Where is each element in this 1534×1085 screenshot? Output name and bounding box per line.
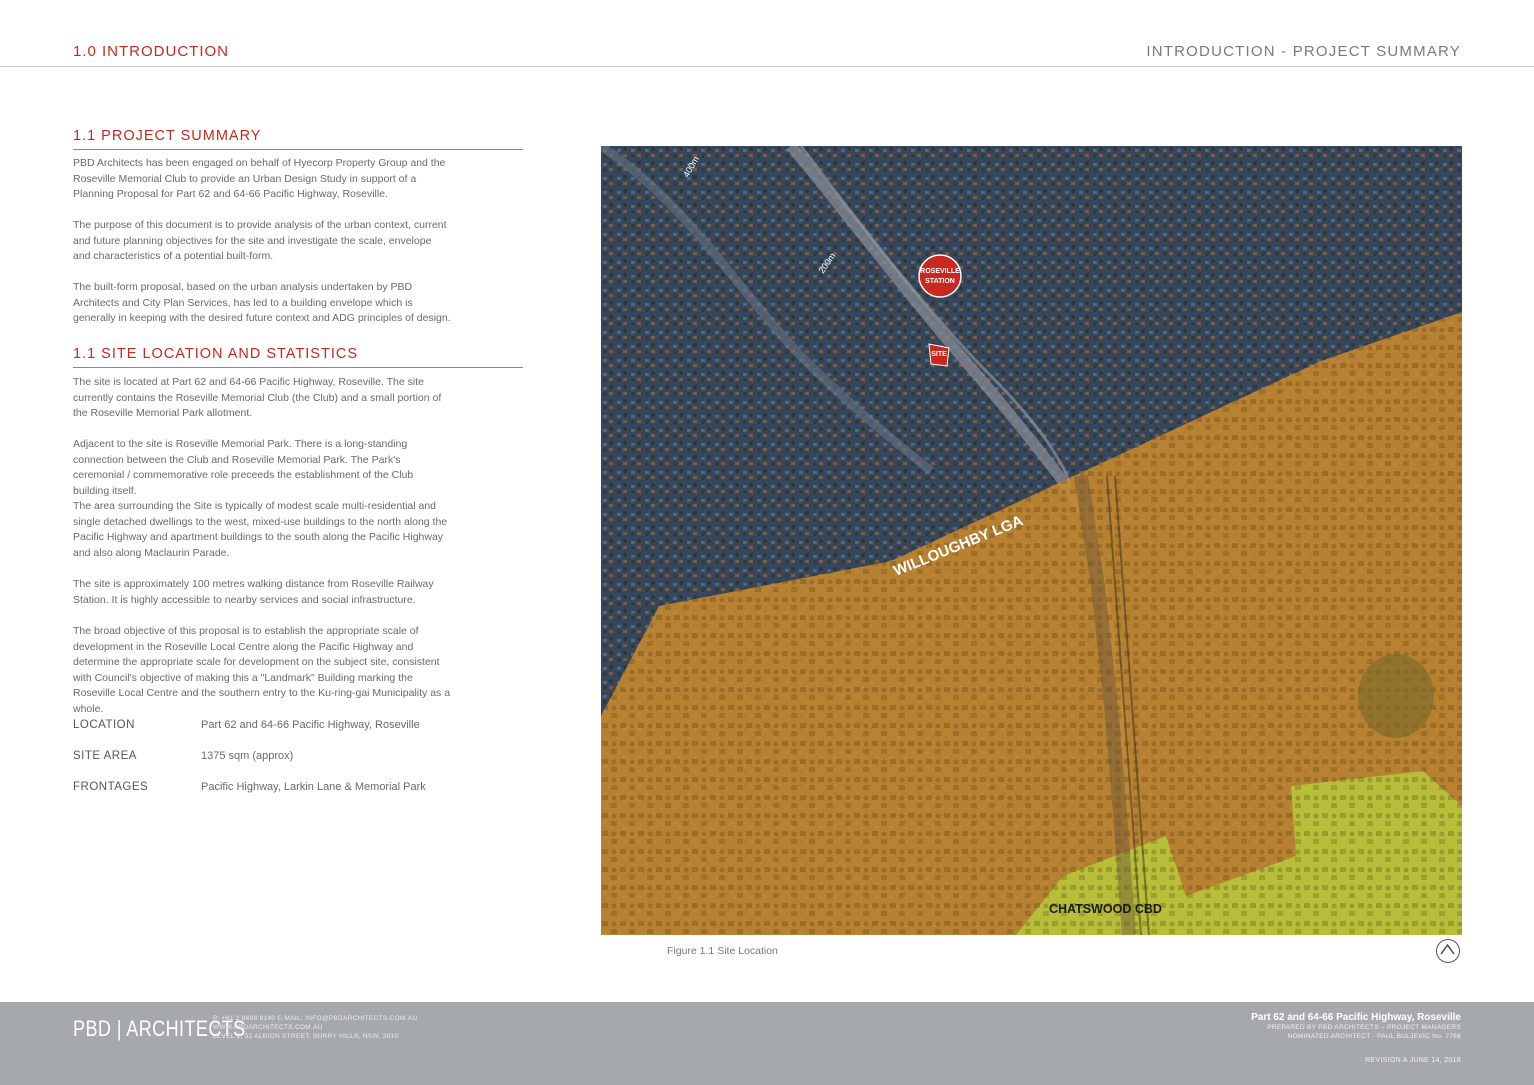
north-arrow-icon (1436, 939, 1460, 963)
station-label-line2: STATION (925, 278, 955, 285)
header-divider (0, 66, 1534, 67)
location-paragraph: The area surrounding the Site is typical… (73, 500, 448, 559)
roseville-station-marker: ROSEVILLE STATION (918, 254, 962, 298)
project-info: Part 62 and 64-66 Pacific Highway, Rosev… (1251, 1012, 1461, 1041)
stat-label: LOCATION (73, 719, 135, 731)
location-paragraph: Adjacent to the site is Roseville Memori… (73, 438, 414, 497)
site-marker: SITE (928, 343, 950, 367)
stat-value: 1375 sqm (approx) (201, 750, 294, 762)
summary-paragraph: PBD Architects has been engaged on behal… (73, 157, 446, 200)
stat-label: FRONTAGES (73, 781, 149, 793)
location-paragraph: The broad objective of this proposal is … (73, 625, 451, 715)
aerial-map-graphic: 400m 200m ROSEVILLE STATION SITE WILLOUG… (601, 146, 1462, 935)
project-title: Part 62 and 64-66 Pacific Highway, Rosev… (1251, 1012, 1461, 1023)
prepared-by: PREPARED BY PBD ARCHITECTS – PROJECT MAN… (1267, 1024, 1461, 1031)
page-title: INTRODUCTION - PROJECT SUMMARY (1146, 43, 1461, 60)
figure-caption: Figure 1.1 Site Location (667, 945, 778, 957)
stat-value: Pacific Highway, Larkin Lane & Memorial … (201, 781, 426, 793)
nominated-architect: NOMINATED ARCHITECT - PAUL BULJEVIC No. … (1287, 1033, 1461, 1040)
page-footer: PBD | ARCHITECTS P: +61 2 9698 8140 E-MA… (0, 1002, 1534, 1085)
stat-value: Part 62 and 64-66 Pacific Highway, Rosev… (201, 719, 420, 731)
contact-line: LEVEL 2, 52 ALBION STREET, SURRY HILLS, … (213, 1033, 399, 1040)
location-paragraph: The site is located at Part 62 and 64-66… (73, 376, 442, 419)
location-paragraph: The site is approximately 100 metres wal… (73, 578, 434, 606)
section-heading: 1.0 INTRODUCTION (73, 43, 230, 60)
stat-label: SITE AREA (73, 750, 137, 762)
site-location-map[interactable]: 400m 200m ROSEVILLE STATION SITE WILLOUG… (601, 146, 1462, 935)
chatswood-cbd-label: CHATSWOOD CBD (1049, 902, 1162, 916)
summary-paragraph: The built-form proposal, based on the ur… (73, 281, 451, 324)
project-summary-title: 1.1 PROJECT SUMMARY (73, 128, 523, 150)
contact-line: WWW.PBDARCHITECTS.COM.AU (213, 1024, 323, 1031)
station-label-line1: ROSEVILLE (920, 268, 960, 275)
site-location-title: 1.1 SITE LOCATION AND STATISTICS (73, 346, 523, 368)
site-label: SITE (931, 351, 947, 358)
summary-paragraph: The purpose of this document is to provi… (73, 219, 447, 262)
contact-line: P: +61 2 9698 8140 E-MAIL: INFO@PBDARCHI… (213, 1015, 418, 1022)
contact-details: P: +61 2 9698 8140 E-MAIL: INFO@PBDARCHI… (213, 1014, 417, 1041)
revision-info: REVISION A JUNE 14, 2018 (1365, 1057, 1461, 1064)
